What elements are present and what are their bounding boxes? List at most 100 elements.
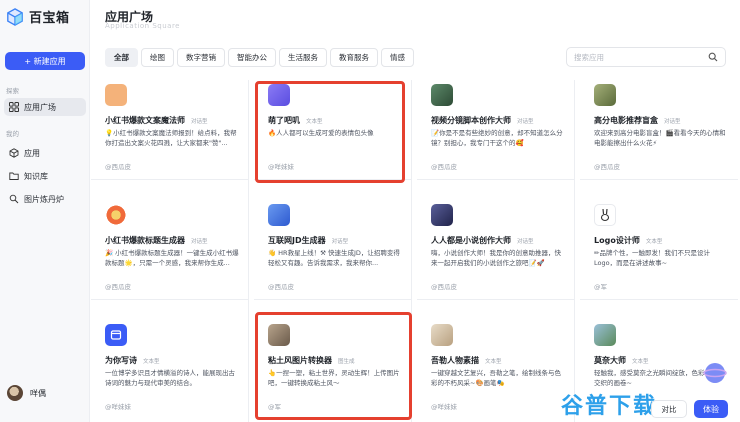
app-card-title: 吾勒人物素描	[431, 356, 479, 365]
sidebar-item-knowledge-base[interactable]: 知识库	[4, 167, 86, 185]
section-label-mine: 我的	[6, 130, 19, 138]
app-card[interactable]: Logo设计师 文本型 ✏品牌个性，一触即发！我们不只是设计Logo，而是在讲述故…	[580, 180, 738, 300]
app-card[interactable]: 高分电影推荐盲盒 对话型 欢迎来到高分电影盲盒！🎬看看今天的心情和电影能擦出什么火…	[580, 80, 738, 180]
app-card-tag: 对话型	[517, 118, 534, 125]
app-card[interactable]: 为你写诗 文本型 一位博学多识且才情横溢的诗人，能展现出古诗词的魅力与现代审美的结…	[91, 300, 249, 422]
folder-icon	[9, 171, 19, 181]
sidebar-item-label: 应用	[24, 148, 40, 158]
brand[interactable]: 百宝箱	[6, 7, 70, 26]
user-name: 咩偶	[30, 388, 46, 398]
app-card-tag: 对话型	[517, 238, 534, 245]
new-app-button[interactable]: + 新建应用	[5, 52, 85, 70]
sidebar-item-label: 知识库	[24, 171, 48, 181]
sidebar-item-image-furnace[interactable]: 图片炼丹炉	[4, 190, 86, 208]
app-card-title: 高分电影推荐盲盒	[594, 116, 658, 125]
section-label-explore: 探索	[6, 87, 19, 95]
app-card-tag: 对话型	[664, 118, 681, 125]
app-card-tag: 对话型	[331, 238, 349, 245]
user-profile[interactable]: 咩偶	[7, 385, 46, 401]
app-card-icon	[431, 204, 453, 226]
poem-icon	[105, 324, 127, 346]
app-card-desc: 👋 HR救星上线！⚒ 快速生成JD，让招聘变得轻松又有趣。告诉我需求，我来帮你.…	[268, 249, 400, 267]
watermark-ball-icon	[703, 363, 727, 383]
search-placeholder: 搜索应用	[574, 52, 604, 62]
app-card-tag: 文本型	[485, 358, 502, 365]
grid-icon	[9, 102, 19, 112]
app-card[interactable]: 小红书爆款文案魔法师 对话型 💡小红书爆款文案魔法师报到！给点料，我帮你打造出文案…	[91, 80, 249, 180]
app-card-author: @咩妹妹	[431, 403, 457, 411]
app-card-author: @西瓜皮	[105, 163, 131, 171]
main-content: 应用广场 Application Square 全部 绘图 数字营销 智能办公 …	[91, 0, 740, 422]
app-card[interactable]: 互联网JD生成器 对话型 👋 HR救星上线！⚒ 快速生成JD，让招聘变得轻松又有趣…	[254, 180, 412, 300]
app-card-desc: 欢迎来到高分电影盲盒！🎬看看今天的心情和电影能擦出什么火花⚡	[594, 129, 726, 147]
highlight-box	[255, 312, 412, 420]
app-card-title: 小红书爆款文案魔法师	[105, 116, 185, 125]
app-card-icon	[105, 204, 127, 226]
app-card-icon	[431, 84, 453, 106]
app-card-icon	[431, 324, 453, 346]
rabbit-icon	[594, 204, 616, 226]
sidebar-item-app-square[interactable]: 应用广场	[4, 98, 86, 116]
page-subtitle: Application Square	[105, 22, 180, 30]
app-card-desc: 🎉 小红书爆款标题生成器！一键生成小红书爆款标题🌟，只需一个灵感，我来帮你生成.…	[105, 249, 239, 267]
app-card-tag: 对话型	[191, 118, 208, 125]
app-card-desc: 嗨，小说创作大师！我是你的创意助推器，快来一起开启我们的小说创作之旅吧📝🚀	[431, 249, 561, 267]
app-card[interactable]: 吾勒人物素描 文本型 一键穿越文艺复兴，吾勒之笔，绘制线条与色彩的不朽风采~🎨画笔…	[417, 300, 575, 422]
tab-all[interactable]: 全部	[105, 48, 138, 67]
try-button[interactable]: 体验	[694, 400, 728, 418]
app-card-author: @军	[594, 283, 607, 291]
tab-smart-office[interactable]: 智能办公	[228, 48, 276, 67]
watermark-text: 谷普下载	[561, 394, 658, 419]
watermark: 谷普下载	[561, 388, 657, 420]
search-icon[interactable]	[708, 52, 718, 62]
cube-icon	[9, 148, 19, 158]
avatar	[7, 385, 23, 401]
app-card-icon	[105, 84, 127, 106]
tab-life-services[interactable]: 生活服务	[279, 48, 327, 67]
app-card-tag: 文本型	[645, 238, 663, 245]
sidebar-item-apps[interactable]: 应用	[4, 144, 86, 162]
tab-drawing[interactable]: 绘图	[141, 48, 174, 67]
app-card-desc: ✏品牌个性，一触即发！我们不只是设计Logo，而是在讲述故事~	[594, 249, 710, 267]
app-card-author: @咩妹妹	[105, 403, 131, 411]
app-card-title: Logo设计师	[594, 236, 640, 245]
app-card-author: @西瓜皮	[268, 283, 294, 291]
app-card-title: 互联网JD生成器	[268, 236, 326, 245]
app-card-author: @西瓜皮	[431, 163, 457, 171]
app-card-icon	[594, 324, 616, 346]
app-card-tag: 文本型	[632, 358, 649, 365]
magic-icon	[9, 194, 19, 204]
app-card-title: 小红书爆款标题生成器	[105, 236, 185, 245]
search-input[interactable]: 搜索应用	[566, 47, 726, 67]
app-grid: 小红书爆款文案魔法师 对话型 💡小红书爆款文案魔法师报到！给点料，我帮你打造出文案…	[91, 80, 740, 422]
app-card-author: @西瓜皮	[105, 283, 131, 291]
treasure-box-logo-icon	[7, 7, 23, 26]
app-card[interactable]: 视频分镜脚本创作大师 对话型 📝你是不是有些绝妙的创意，却不知道怎么分镜？别担心，…	[417, 80, 575, 180]
app-card-author: @西瓜皮	[431, 283, 457, 291]
sidebar-item-label: 图片炼丹炉	[24, 194, 64, 204]
highlight-box	[255, 81, 405, 183]
brand-name: 百宝箱	[29, 11, 70, 26]
app-card-desc: 💡小红书爆款文案魔法师报到！给点料，我帮你打造出文案火花四溅，让大家都来"赞".…	[105, 129, 237, 147]
compare-button[interactable]: 对比	[651, 400, 687, 418]
tab-digital-marketing[interactable]: 数字营销	[177, 48, 225, 67]
app-card-title: 莫奈大师	[594, 356, 626, 365]
app-card[interactable]: 人人都是小说创作大师 对话型 嗨，小说创作大师！我是你的创意助推器，快来一起开启我…	[417, 180, 575, 300]
app-card-desc: 一位博学多识且才情横溢的诗人，能展现出古诗词的魅力与现代审美的结合。	[105, 369, 235, 387]
app-card-title: 视频分镜脚本创作大师	[431, 116, 511, 125]
sidebar: 百宝箱 + 新建应用 探索 应用广场 我的 应用 知识库 图片炼丹炉 咩偶	[0, 0, 90, 422]
app-card[interactable]: 小红书爆款标题生成器 对话型 🎉 小红书爆款标题生成器！一键生成小红书爆款标题🌟，…	[91, 180, 249, 300]
app-card-desc: 📝你是不是有些绝妙的创意，却不知道怎么分镜？别担心，我专门干这个的🥰	[431, 129, 563, 147]
app-card-icon	[594, 84, 616, 106]
tab-emotion[interactable]: 情感	[381, 48, 414, 67]
category-tabs: 全部 绘图 数字营销 智能办公 生活服务 教育服务 情感	[105, 48, 414, 67]
app-card-tag: 对话型	[191, 238, 208, 245]
app-card-icon	[268, 204, 290, 226]
sidebar-item-label: 应用广场	[24, 102, 56, 112]
app-card-title: 人人都是小说创作大师	[431, 236, 511, 245]
app-card-author: @西瓜皮	[594, 163, 620, 171]
app-card-desc: 一键穿越文艺复兴，吾勒之笔，绘制线条与色彩的不朽风采~🎨画笔🎭	[431, 369, 561, 387]
tab-education[interactable]: 教育服务	[330, 48, 378, 67]
app-card-tag: 文本型	[143, 358, 160, 365]
app-card-title: 为你写诗	[105, 356, 137, 365]
